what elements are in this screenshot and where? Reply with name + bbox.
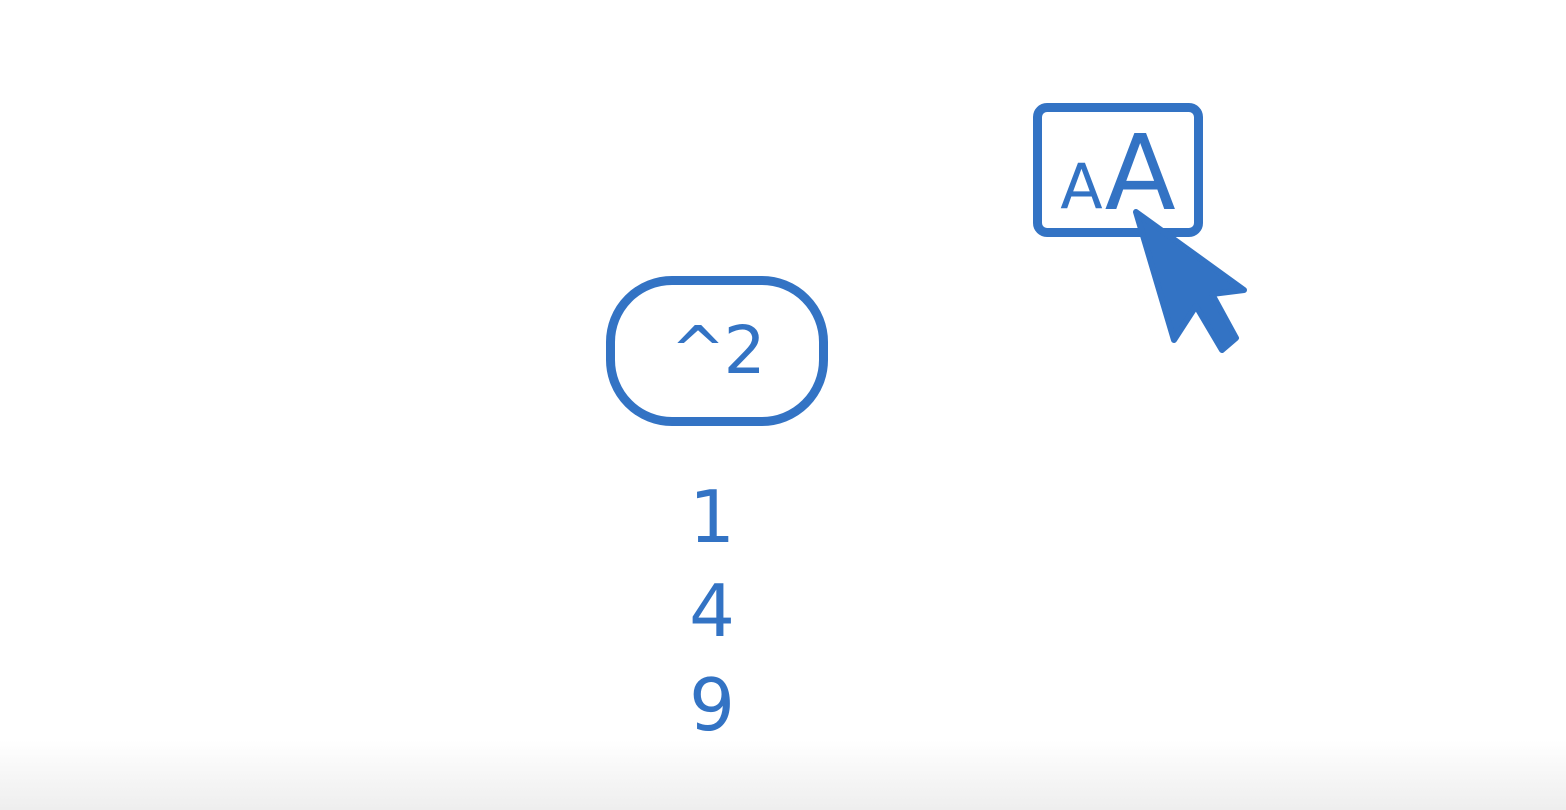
squared-value-item: 1 bbox=[689, 475, 735, 559]
square-operation-label: ^2 bbox=[670, 312, 765, 389]
square-operation-button[interactable]: ^2 bbox=[606, 276, 828, 426]
font-size-large-letter: A bbox=[1104, 111, 1176, 234]
whiteboard-canvas: ^2 1 4 9 A A bbox=[0, 0, 1566, 810]
squared-value-item: 4 bbox=[689, 569, 735, 653]
mouse-pointer-icon bbox=[1133, 209, 1247, 353]
font-size-small-letter: A bbox=[1060, 150, 1103, 223]
bottom-shadow bbox=[0, 740, 1566, 810]
squared-value-item: 9 bbox=[689, 663, 735, 747]
squared-values-list: 1 4 9 bbox=[672, 470, 752, 750]
